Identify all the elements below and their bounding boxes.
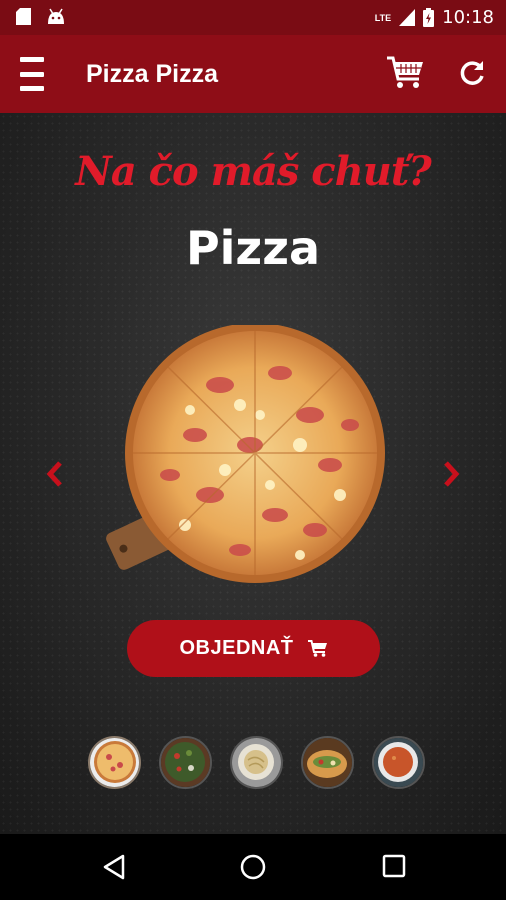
category-thumbnails bbox=[88, 736, 425, 789]
thumbnail-pasta[interactable] bbox=[230, 736, 283, 789]
app-bar: Pizza Pizza bbox=[0, 35, 506, 113]
signal-icon bbox=[399, 9, 416, 26]
category-title: Pizza bbox=[185, 221, 321, 275]
android-icon bbox=[48, 8, 64, 24]
thumbnail-pizza[interactable] bbox=[88, 736, 141, 789]
refresh-icon[interactable] bbox=[458, 59, 486, 87]
main-content: Na čo máš chuť? Pizza OBJEDNAŤ bbox=[0, 113, 506, 834]
recents-icon[interactable] bbox=[382, 854, 406, 878]
chevron-right-icon[interactable] bbox=[442, 461, 460, 487]
order-button[interactable]: OBJEDNAŤ bbox=[127, 620, 380, 677]
battery-charging-icon bbox=[423, 8, 435, 27]
cart-icon[interactable] bbox=[386, 55, 424, 91]
thumbnail-salad[interactable] bbox=[159, 736, 212, 789]
sd-card-icon bbox=[16, 8, 31, 25]
order-button-label: OBJEDNAŤ bbox=[179, 637, 294, 659]
app-title: Pizza Pizza bbox=[86, 60, 218, 88]
pizza-image[interactable] bbox=[100, 325, 390, 585]
navigation-bar bbox=[0, 834, 506, 900]
status-bar: LTE 10:18 bbox=[0, 0, 506, 35]
cart-icon bbox=[307, 639, 327, 657]
thumbnail-soup[interactable] bbox=[372, 736, 425, 789]
chevron-left-icon[interactable] bbox=[46, 461, 64, 487]
tagline: Na čo máš chuť? bbox=[75, 148, 432, 195]
network-type: LTE bbox=[374, 12, 392, 23]
back-icon[interactable] bbox=[102, 854, 126, 880]
home-icon[interactable] bbox=[240, 854, 266, 880]
menu-icon[interactable] bbox=[20, 57, 44, 91]
thumbnail-wrap[interactable] bbox=[301, 736, 354, 789]
status-time: 10:18 bbox=[442, 7, 494, 28]
